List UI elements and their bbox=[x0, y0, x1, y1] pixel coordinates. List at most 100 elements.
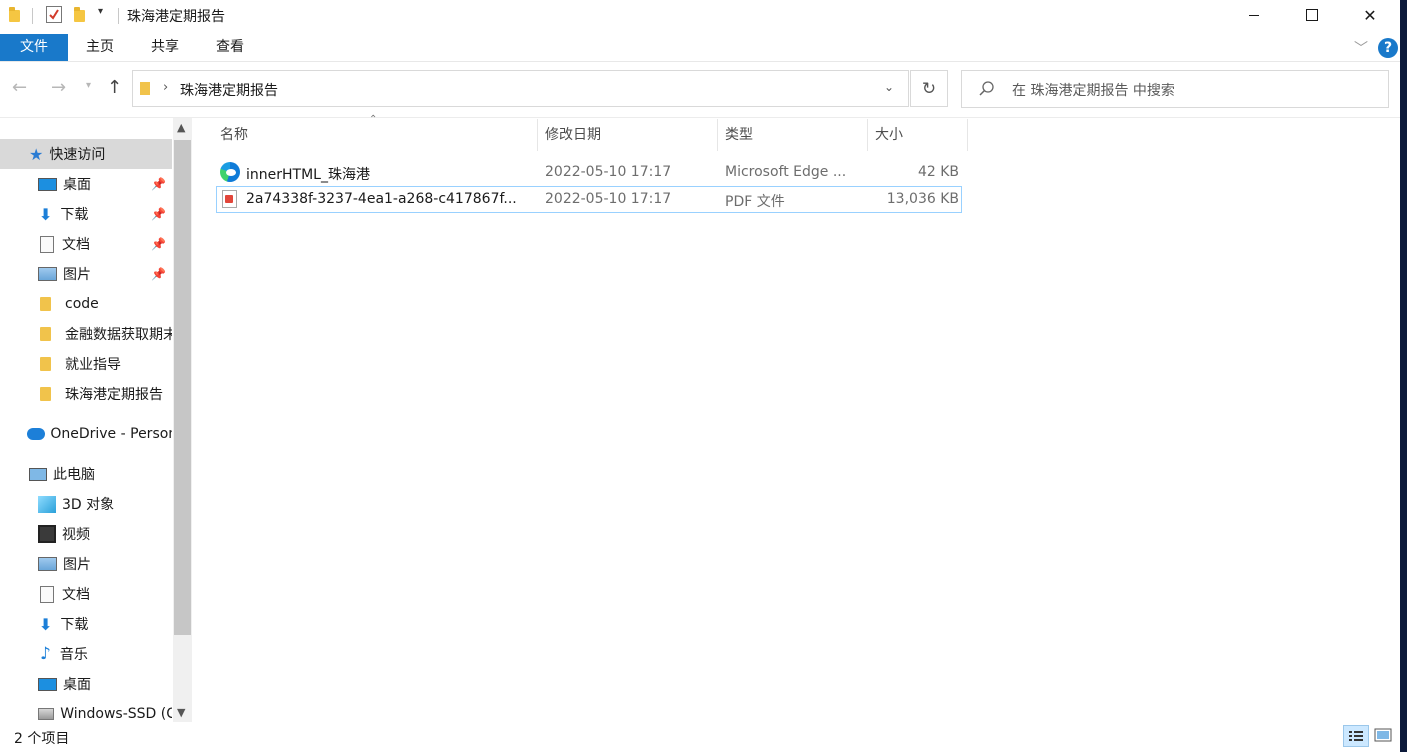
sidebar-item-label: 3D 对象 bbox=[62, 497, 115, 513]
column-header-size[interactable]: 大小 bbox=[875, 119, 965, 151]
recent-locations-chevron-icon[interactable]: ▾ bbox=[86, 80, 91, 91]
sidebar-item-code[interactable]: code bbox=[0, 289, 172, 319]
sidebar-item-pictures-pc[interactable]: 图片 bbox=[0, 549, 172, 579]
sidebar-item-windows-ssd[interactable]: Windows-SSD (C:) bbox=[0, 699, 172, 729]
up-arrow-icon[interactable]: ↑ bbox=[107, 77, 122, 98]
file-modified: 2022-05-10 17:17 bbox=[545, 191, 672, 207]
sidebar-item-label: 文档 bbox=[62, 587, 90, 603]
sidebar-item-label: 图片 bbox=[63, 557, 91, 573]
divider[interactable] bbox=[967, 119, 968, 151]
sidebar-item-desktop[interactable]: 桌面 📌 bbox=[0, 169, 172, 199]
back-arrow-icon[interactable]: ← bbox=[12, 77, 27, 98]
scrollbar-thumb[interactable] bbox=[174, 140, 191, 635]
divider[interactable] bbox=[717, 119, 718, 151]
sidebar-item-label: 就业指导 bbox=[65, 357, 121, 373]
pin-icon[interactable]: 📌 bbox=[151, 267, 166, 281]
file-modified: 2022-05-10 17:17 bbox=[545, 164, 672, 180]
breadcrumb[interactable]: 珠海港定期报告 bbox=[180, 80, 278, 100]
sidebar-item-label: 此电脑 bbox=[53, 467, 95, 483]
status-item-count: 2 个项目 bbox=[14, 731, 70, 747]
sidebar-item-desktop-pc[interactable]: 桌面 bbox=[0, 669, 172, 699]
sidebar-item-label: OneDrive - Personal bbox=[50, 426, 172, 442]
sidebar-item-finance-folder[interactable]: 金融数据获取期末 bbox=[0, 319, 172, 349]
desktop-icon bbox=[38, 177, 57, 191]
minimize-button[interactable] bbox=[1231, 0, 1277, 30]
drive-icon bbox=[38, 708, 55, 720]
search-placeholder: 在 珠海港定期报告 中搜索 bbox=[1012, 83, 1175, 99]
details-view-icon[interactable] bbox=[1343, 725, 1369, 747]
new-folder-icon[interactable] bbox=[74, 7, 85, 22]
window-title: 珠海港定期报告 bbox=[127, 9, 225, 25]
customize-quick-access-chevron-icon[interactable]: ▾ bbox=[98, 6, 103, 17]
column-header-type[interactable]: 类型 bbox=[725, 119, 865, 151]
address-dropdown-chevron-icon[interactable]: ⌄ bbox=[884, 80, 894, 94]
sidebar-item-3d-objects[interactable]: 3D 对象 bbox=[0, 489, 172, 519]
properties-icon[interactable] bbox=[46, 6, 62, 23]
pin-icon[interactable]: 📌 bbox=[151, 177, 166, 191]
sidebar-item-label: Windows-SSD (C:) bbox=[60, 706, 172, 722]
tab-file[interactable]: 文件 bbox=[0, 34, 68, 61]
pin-icon[interactable]: 📌 bbox=[151, 207, 166, 221]
sidebar-item-zhuhai-folder[interactable]: 珠海港定期报告 bbox=[0, 379, 172, 409]
folder-icon bbox=[40, 327, 51, 341]
sidebar-item-label: 视频 bbox=[62, 527, 90, 543]
cloud-icon bbox=[27, 428, 46, 440]
sidebar-item-this-pc[interactable]: 此电脑 bbox=[0, 459, 172, 489]
breadcrumb-chevron-icon[interactable]: › bbox=[163, 80, 168, 95]
file-type: Microsoft Edge ... bbox=[725, 164, 847, 180]
divider[interactable] bbox=[867, 119, 868, 151]
folder-icon bbox=[40, 357, 51, 371]
sidebar-item-pictures[interactable]: 图片 📌 bbox=[0, 259, 172, 289]
computer-icon bbox=[29, 467, 47, 481]
sidebar-item-label: 文档 bbox=[62, 237, 90, 253]
folder-icon bbox=[9, 7, 20, 22]
help-icon[interactable]: ? bbox=[1378, 38, 1398, 58]
sidebar-item-label: 图片 bbox=[63, 267, 91, 283]
folder-icon bbox=[140, 82, 150, 95]
sidebar-item-label: 下载 bbox=[60, 207, 89, 223]
sidebar-item-downloads[interactable]: ⬇ 下载 📌 bbox=[0, 199, 172, 229]
sidebar-item-career-folder[interactable]: 就业指导 bbox=[0, 349, 172, 379]
forward-arrow-icon[interactable]: → bbox=[51, 77, 66, 98]
sidebar-item-quick-access[interactable]: ★ 快速访问 bbox=[0, 139, 172, 169]
pdf-icon bbox=[222, 190, 237, 208]
scroll-down-arrow-icon[interactable]: ▼ bbox=[177, 706, 185, 719]
sidebar-item-music[interactable]: ♪ 音乐 bbox=[0, 639, 172, 669]
sidebar-item-label: 桌面 bbox=[63, 177, 91, 193]
tab-share[interactable]: 共享 bbox=[145, 34, 185, 60]
divider[interactable] bbox=[537, 119, 538, 151]
maximize-button[interactable] bbox=[1289, 0, 1335, 30]
column-header-modified[interactable]: 修改日期 bbox=[545, 119, 715, 151]
file-name[interactable]: innerHTML_珠海港 bbox=[246, 164, 370, 184]
cube-icon bbox=[38, 495, 56, 513]
folder-icon bbox=[40, 387, 51, 401]
expand-ribbon-chevron-icon[interactable]: ﹀ bbox=[1354, 38, 1368, 58]
divider bbox=[32, 8, 33, 24]
file-name[interactable]: 2a74338f-3237-4ea1-a268-c417867f... bbox=[246, 191, 517, 207]
folder-icon bbox=[40, 297, 51, 311]
window-edge bbox=[1400, 0, 1407, 752]
file-size: 13,036 KB bbox=[886, 191, 959, 207]
sidebar-item-documents-pc[interactable]: 文档 bbox=[0, 579, 172, 609]
document-icon bbox=[40, 585, 54, 603]
edge-icon bbox=[220, 162, 240, 182]
close-button[interactable]: ✕ bbox=[1347, 0, 1393, 30]
scroll-up-arrow-icon[interactable]: ▲ bbox=[177, 121, 185, 134]
column-header-name[interactable]: 名称 bbox=[220, 119, 535, 151]
pictures-icon bbox=[38, 267, 57, 281]
large-icons-view-icon[interactable] bbox=[1372, 725, 1394, 745]
sidebar-item-downloads-pc[interactable]: ⬇ 下载 bbox=[0, 609, 172, 639]
download-icon: ⬇ bbox=[39, 204, 53, 224]
sidebar-item-videos[interactable]: 视频 bbox=[0, 519, 172, 549]
pin-icon[interactable]: 📌 bbox=[151, 237, 166, 251]
tab-home[interactable]: 主页 bbox=[80, 34, 120, 60]
sidebar-item-label: 下载 bbox=[60, 617, 89, 633]
tab-view[interactable]: 查看 bbox=[210, 34, 250, 60]
sidebar-item-onedrive[interactable]: OneDrive - Personal bbox=[0, 419, 172, 449]
sidebar-item-label: 快速访问 bbox=[49, 147, 106, 163]
refresh-icon[interactable]: ↻ bbox=[910, 70, 948, 107]
video-icon bbox=[38, 525, 56, 543]
sidebar-item-documents[interactable]: 文档 📌 bbox=[0, 229, 172, 259]
divider bbox=[0, 61, 1400, 62]
sidebar-item-label: code bbox=[65, 296, 99, 312]
